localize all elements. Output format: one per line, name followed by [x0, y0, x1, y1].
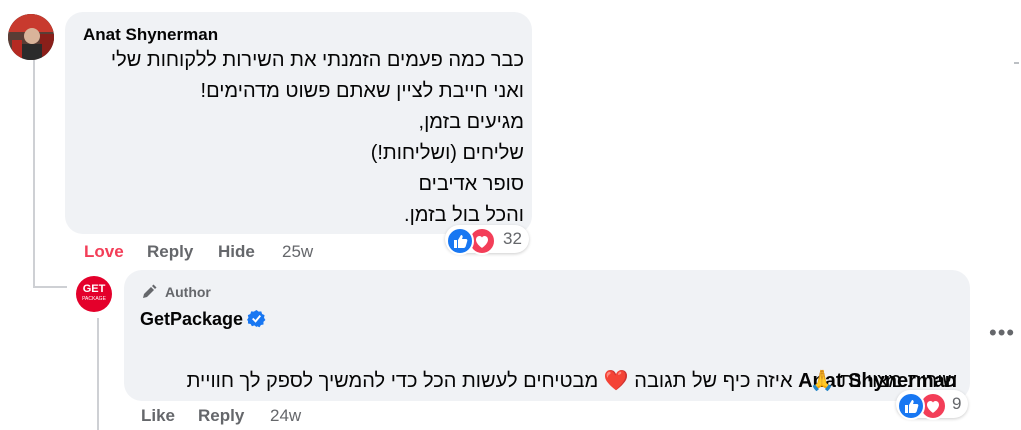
- love-button[interactable]: Love: [84, 242, 124, 262]
- reaction-count: 32: [503, 229, 522, 248]
- avatar-logo-text: GET: [82, 283, 106, 295]
- reply-button[interactable]: Reply: [147, 242, 193, 262]
- reply-timestamp[interactable]: 24w: [270, 406, 301, 426]
- avatar-logo-subtext: PACKAGE: [82, 296, 106, 302]
- comment-author-name[interactable]: Anat Shynerman: [83, 25, 218, 45]
- like-button[interactable]: Like: [141, 406, 175, 426]
- like-reaction-icon: [897, 392, 925, 420]
- author-badge-label: Author: [165, 284, 211, 300]
- reply-button[interactable]: Reply: [198, 406, 244, 426]
- hide-button[interactable]: Hide: [218, 242, 255, 262]
- comment-line: שליחים (ושליחות!): [370, 142, 524, 164]
- like-reaction-icon: [446, 227, 474, 255]
- reaction-summary[interactable]: 32: [445, 225, 529, 255]
- comment-timestamp[interactable]: 25w: [282, 242, 313, 262]
- more-options-icon[interactable]: •••: [989, 320, 1015, 346]
- page-avatar[interactable]: GET PACKAGE: [76, 276, 112, 312]
- comment-line: ואני חייבת לציין שאתם פשוט מדהימים!: [200, 80, 524, 102]
- comment-line: כבר כמה פעמים הזמנתי את השירות ללקוחות ש…: [110, 49, 524, 71]
- reply-author-name[interactable]: GetPackage: [140, 309, 243, 330]
- verified-badge-icon: [247, 309, 266, 328]
- pencil-icon: [143, 284, 157, 298]
- reply-text-line: שירות מצויינת 🙏: [809, 370, 957, 392]
- reaction-summary[interactable]: 9: [896, 390, 968, 420]
- comment-actions: Love Reply Hide 25w: [0, 242, 400, 264]
- comment-line: סופר אדיבים: [418, 173, 524, 195]
- thread-line-curve: [33, 286, 67, 288]
- comment-line: מגיעים בזמן,: [418, 111, 524, 133]
- avatar[interactable]: [8, 14, 54, 60]
- avatar-photo: [8, 14, 54, 60]
- reaction-count: 9: [952, 394, 962, 413]
- scroll-indicator: [1014, 62, 1019, 64]
- reply-actions: Like Reply 24w: [0, 406, 400, 428]
